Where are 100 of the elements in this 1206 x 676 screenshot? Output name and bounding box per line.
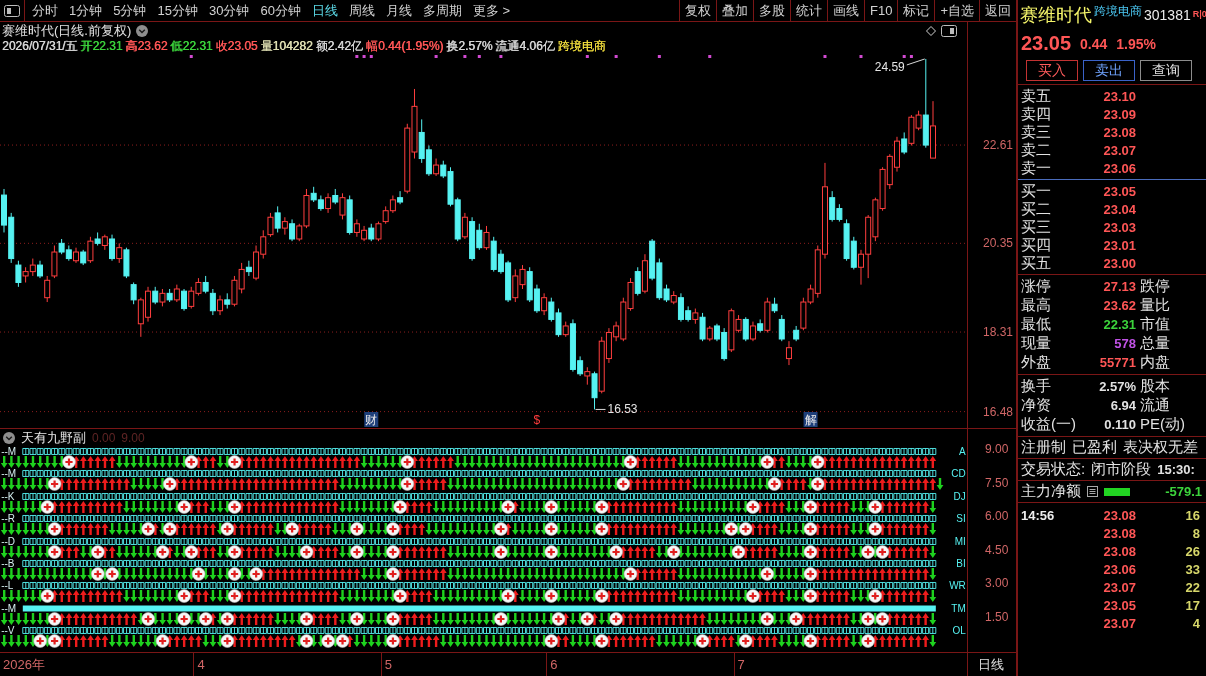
stat-value: 6.94 <box>1109 398 1136 413</box>
event-marker[interactable]: 解 <box>803 412 818 427</box>
last-price: 23.05 <box>1021 32 1072 55</box>
toolbar-button[interactable]: 复权 <box>679 0 716 21</box>
main-force-label: 主力净额 <box>1021 482 1081 501</box>
indicator-code-label: --M <box>1 468 17 480</box>
buy-button[interactable]: 买入 <box>1026 60 1078 81</box>
stat-label: 量比 <box>1139 296 1171 315</box>
toolbar-button[interactable]: 画线 <box>827 0 864 21</box>
toolbar-button[interactable]: 标记 <box>897 0 935 21</box>
stat-label: 换手 <box>1021 377 1052 396</box>
chevron-down-icon[interactable] <box>136 25 149 37</box>
period-tab[interactable]: 更多 > <box>467 0 516 21</box>
toolbar-button[interactable]: 多股 <box>753 0 790 21</box>
period-tab[interactable]: 分时 <box>27 0 63 21</box>
order-book-price: 23.04 <box>1102 202 1136 217</box>
period-tab[interactable]: 5分钟 <box>108 0 152 21</box>
indicator-code-label: --B <box>1 557 15 569</box>
stat-value: 0.110 <box>1103 417 1136 432</box>
order-book-label: 买一 <box>1021 182 1052 201</box>
sell-button[interactable]: 卖出 <box>1083 60 1135 81</box>
stat-value: 23.62 <box>1102 298 1136 313</box>
order-book-label: 买五 <box>1021 254 1052 273</box>
indicator-axis-label: 4.50 <box>985 542 1010 557</box>
toolbar-button[interactable]: 叠加 <box>716 0 753 21</box>
panel-toggle-icon[interactable] <box>4 4 20 17</box>
quote-stat-text: 幅0.44(1.95%) <box>365 38 444 55</box>
indicator-param: 9.00 <box>121 431 145 445</box>
stock-name: 赛维时代 <box>1020 4 1092 26</box>
panel-toggle-icon[interactable] <box>941 25 957 37</box>
tick-price: 23.08 <box>1102 525 1136 541</box>
stat-value: 2.57% <box>1098 379 1136 394</box>
indicator-title: 天有九野副 <box>21 429 86 447</box>
indicator-axis-label: 7.50 <box>985 475 1010 490</box>
period-tab[interactable]: 60分钟 <box>255 0 306 21</box>
indicator-code-label: --V <box>1 625 15 637</box>
period-tab[interactable]: 15分钟 <box>152 0 203 21</box>
quote-stat-text: 高23.62 <box>125 38 168 55</box>
indicator-axis-label: 9.00 <box>985 442 1010 456</box>
order-book-price: 23.00 <box>1102 256 1136 271</box>
tick-volume: 4 <box>1191 615 1200 631</box>
event-marker[interactable]: $ <box>533 413 541 427</box>
stat-label: 涨停 <box>1021 277 1052 296</box>
date-axis-label: 7 <box>737 657 745 672</box>
toolbar-button[interactable]: F10 <box>864 0 898 21</box>
sector-name[interactable]: 跨境电商 <box>1094 4 1142 19</box>
indicator-name-label: BI <box>956 557 966 569</box>
tick-price: 23.07 <box>1102 579 1136 595</box>
diamond-icon[interactable] <box>926 26 936 36</box>
indicator-axis-label: 3.00 <box>985 576 1010 590</box>
indicator-axis-label: 1.50 <box>985 609 1010 624</box>
toolbar-button[interactable]: +自选 <box>934 0 979 21</box>
quote-stat-text: 额2.42亿 <box>315 38 363 55</box>
event-marker[interactable]: 财 <box>364 412 379 427</box>
indicator-name-label: OL <box>952 625 966 637</box>
period-tab[interactable]: 周线 <box>343 0 380 21</box>
query-button[interactable]: 查询 <box>1140 60 1192 81</box>
order-book-label: 买四 <box>1021 236 1052 255</box>
tick-volume: 17 <box>1184 597 1200 613</box>
quote-stat-text: 跨境电商 <box>557 38 606 55</box>
order-book-label: 卖一 <box>1021 159 1052 178</box>
date-axis-label: 2026年 <box>3 657 45 672</box>
period-tab[interactable]: 日线 <box>306 0 343 21</box>
tick-volume: 22 <box>1184 579 1200 595</box>
price-tick-label: 16.48 <box>982 404 1013 419</box>
chart-title: 赛维时代(日线.前复权) <box>2 22 132 40</box>
main-force-value: -579.1 <box>1165 484 1203 499</box>
period-tab[interactable]: 月线 <box>380 0 417 21</box>
indicator-code-label: --L <box>1 580 14 592</box>
stat-label: 净资 <box>1021 396 1052 415</box>
stat-value: 55771 <box>1098 355 1136 370</box>
quote-stat-text: 换2.57% <box>446 38 493 55</box>
price-change-percent: 1.95% <box>1116 35 1156 52</box>
indicator-code-label: --R <box>1 513 16 525</box>
stat-label: 市值 <box>1139 315 1171 334</box>
order-book-price: 23.01 <box>1102 238 1136 253</box>
period-tab[interactable]: 多周期 <box>417 0 467 21</box>
leader-line <box>906 58 926 66</box>
chevron-down-icon[interactable] <box>3 432 15 444</box>
stat-label: 总量 <box>1139 334 1171 353</box>
indicator-name-label: CD <box>951 468 966 480</box>
tick-volume: 8 <box>1191 525 1200 541</box>
trade-status-time: 15:30: <box>1157 462 1195 477</box>
price-change: 0.44 <box>1080 35 1108 52</box>
tick-price: 23.08 <box>1102 507 1136 523</box>
period-tab[interactable]: 1分钟 <box>64 0 108 21</box>
stat-label: 外盘 <box>1021 353 1052 372</box>
indicator-name-label: MI <box>954 535 966 547</box>
stat-label: 现量 <box>1021 334 1052 353</box>
order-book-label: 卖三 <box>1021 123 1052 142</box>
indicator-name-label: SI <box>956 513 966 525</box>
tick-price: 23.05 <box>1102 597 1136 613</box>
quote-stat-text: 低22.31 <box>170 38 213 55</box>
list-icon[interactable] <box>1087 486 1098 497</box>
toolbar-button[interactable]: 返回 <box>979 0 1016 21</box>
period-tab[interactable]: 30分钟 <box>203 0 255 21</box>
indicator-param: 0.00 <box>92 431 116 445</box>
period-label[interactable]: 日线 <box>978 655 1004 674</box>
stock-attribute-text: 表决权无差 <box>1123 438 1198 457</box>
toolbar-button[interactable]: 统计 <box>790 0 827 21</box>
